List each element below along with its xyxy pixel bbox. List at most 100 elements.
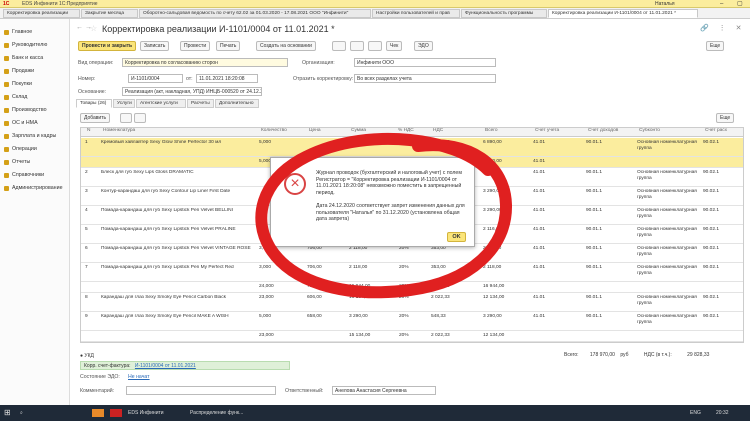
col-qty[interactable]: Количество [259,128,287,137]
cell-qty[interactable]: 23,000 [259,295,305,300]
post-and-close-button[interactable]: Провести и закрыть [78,41,137,51]
cell-sub[interactable]: Основная номенклатурная группа [637,140,699,152]
cell-sum[interactable]: 15 134,00 [349,333,397,338]
post-button[interactable]: Провести [180,41,211,51]
col-account[interactable]: Счет учета [533,128,559,137]
col-name[interactable]: Номенклатура [101,128,135,137]
cell-exp[interactable]: 90.02.1 [703,265,743,270]
onec-app-icon[interactable] [110,409,122,417]
basis-field[interactable]: Реализация (акт, накладная, УПД) ИНЦБ-00… [122,87,262,96]
ok-button[interactable]: OK [447,232,466,242]
cell-acc[interactable]: 41.01 [533,208,584,213]
cell-vat-rate[interactable]: 20% [399,284,429,289]
attach-icon[interactable] [332,41,346,51]
cell-vat-rate[interactable]: 20% [399,295,429,300]
tab-settlements[interactable]: Расчеты [187,99,214,108]
tab-month-close[interactable]: Закрытие месяца [81,9,138,18]
cell-vat[interactable]: 2 022,33 [431,295,481,300]
cell-inc[interactable]: 90.01.1 [586,140,635,145]
cell-name[interactable]: Помада-карандаш для губ Sexy Lipstick Pe… [101,208,253,214]
cell-exp[interactable]: 90.02.1 [703,314,743,319]
table-row[interactable]: 24,000 706,00 16 944,00 20% 2 824,00 16 944,0… [81,282,743,293]
cell-total[interactable]: 3 290,00 [483,208,531,213]
cell-vat[interactable]: 2 022,33 [431,333,481,338]
cell-n[interactable]: 4 [85,208,99,213]
print-button[interactable]: Печать [216,41,241,51]
sidebar-item-operations[interactable]: Операции [4,144,68,154]
sidebar-item-bank[interactable]: Банк и касса [4,53,68,63]
cell-total[interactable]: 12 134,00 [483,333,531,338]
cell-name[interactable]: Помада-карандаш для губ Sexy Lipstick Pe… [101,227,253,233]
cell-n[interactable]: 5 [85,227,99,232]
cell-price[interactable]: 658,00 [307,314,347,319]
down-arrow-icon[interactable] [134,113,146,123]
sidebar-item-assets[interactable]: ОС и НМА [4,118,68,128]
more-button[interactable]: Еще [706,41,725,51]
cell-name[interactable]: Помада-карандаш для губ Sexy Lipstick Pe… [101,265,253,271]
cell-name[interactable]: Карандаш для глаз Sexy Smoky Eye Pencil … [101,314,253,320]
cell-name[interactable]: Блеск для губ Sexy Lips Gloss DRAMATIC [101,170,253,176]
search-icon[interactable]: ⌕ [20,410,23,416]
comment-field[interactable] [126,386,276,395]
corr-invoice-link[interactable]: И-1101/0004 от 11.01.2021 [135,363,196,369]
receipt-button[interactable]: Чек [386,41,403,51]
cell-inc[interactable]: 90.01.1 [586,265,635,270]
tab-functionality[interactable]: Функциональность программы [461,9,547,18]
reflect-field[interactable]: Во всех разделах учета [354,74,496,83]
cell-inc[interactable]: 90.01.1 [586,314,635,319]
tab-sales-correction[interactable]: Корректировка реализации [3,9,80,18]
cell-exp[interactable]: 90.02.1 [703,246,743,251]
sidebar-item-warehouse[interactable]: Склад [4,92,68,102]
cell-price[interactable]: 706,00 [307,265,347,270]
operation-type-field[interactable]: Корректировка по согласованию сторон [122,58,288,67]
table-icon[interactable] [350,41,364,51]
date-field[interactable]: 11.01.2021 18:20:08 [196,74,258,83]
cell-total[interactable]: 3 290,00 [483,189,531,194]
cell-sub[interactable]: Основная номенклатурная группа [637,227,699,239]
cell-total[interactable]: 2 118,00 [483,265,531,270]
grid-more-button[interactable]: Еще [716,113,735,123]
col-vat[interactable]: НДС [431,128,443,137]
organization-field[interactable]: Инфинити ООО [354,58,496,67]
table-row[interactable]: 7 Помада-карандаш для губ Sexy Lipstick P… [81,263,743,282]
cell-sub[interactable]: Основная номенклатурная группа [637,189,699,201]
create-based-on-button[interactable]: Создать на основании [256,41,316,51]
col-total[interactable]: Всего [483,128,498,137]
keyboard-language[interactable]: ENG [690,410,701,416]
cell-qty[interactable]: 5,000 [259,140,305,145]
cell-n[interactable]: 6 [85,246,99,251]
cell-name[interactable]: Контур-карандаш для губ Sexy Contour Lip… [101,189,253,195]
cell-sum[interactable]: 2 118,00 [349,265,397,270]
cell-vat-rate[interactable]: 20% [399,265,429,270]
cell-sub[interactable]: Основная номенклатурная группа [637,295,699,307]
cell-acc[interactable]: 41.01 [533,159,584,164]
cell-inc[interactable]: 90.01.1 [586,246,635,251]
cell-sub[interactable]: Основная номенклатурная группа [637,170,699,182]
table-row[interactable]: 23,000 15 134,00 20% 2 022,33 12 134,00 [81,331,743,342]
folder-icon[interactable] [92,409,104,417]
cell-acc[interactable]: 41.01 [533,295,584,300]
cell-total[interactable]: 3 290,00 [483,170,531,175]
cell-vat[interactable]: 1 148,33 [431,140,481,145]
cell-qty[interactable]: 24,000 [259,284,305,289]
sidebar-item-main[interactable]: Главное [4,27,68,37]
ukd-checkbox[interactable]: ● УКД [80,353,94,359]
cell-n[interactable]: 1 [85,140,99,145]
table-row[interactable]: 9 Карандаш для глаз Sexy Smoky Eye Pencil… [81,312,743,331]
responsible-field[interactable]: Анелова Анастасия Сергеевна [332,386,436,395]
taskbar-app-2[interactable]: Распределение функ... [190,410,243,416]
col-n[interactable]: N [85,128,90,137]
cell-vat-rate[interactable]: 20% [399,314,429,319]
cell-exp[interactable]: 90.02.1 [703,227,743,232]
tab-additional[interactable]: Дополнительно [215,99,259,108]
cell-acc[interactable]: 41.01 [533,314,584,319]
cell-n[interactable]: 2 [85,170,99,175]
col-subconto[interactable]: Субконто [637,128,660,137]
cell-sum[interactable]: 16 944,00 [349,284,397,289]
cell-total[interactable]: 6 890,00 [483,159,531,164]
sidebar-item-production[interactable]: Производство [4,105,68,115]
cell-inc[interactable]: 90.01.1 [586,189,635,194]
cell-acc[interactable]: 41.01 [533,170,584,175]
sidebar-item-admin[interactable]: Администрирование [4,183,68,193]
col-price[interactable]: Цена [307,128,321,137]
